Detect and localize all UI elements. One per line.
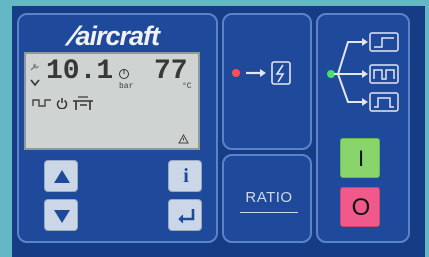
pressure-value: 10.1 <box>46 56 114 87</box>
warning-icon <box>178 134 189 144</box>
filter-icon <box>30 79 40 87</box>
pressure-gauge-icon <box>119 69 129 79</box>
up-arrow-button[interactable] <box>44 160 78 192</box>
mode-intermittent-icon <box>369 92 399 112</box>
enter-button[interactable] <box>168 199 202 231</box>
stop-button[interactable]: O <box>340 187 380 227</box>
fault-symbol-icon <box>271 61 291 85</box>
cycle-wave-icon <box>32 99 51 107</box>
up-arrow-icon <box>54 170 70 183</box>
info-button[interactable]: i <box>168 160 202 192</box>
stop-label: O <box>351 194 371 221</box>
lcd-display: 10.1 bar 77 °C <box>24 52 200 150</box>
wrench-icon <box>30 63 39 71</box>
fault-led <box>232 69 240 77</box>
mode-led <box>327 70 335 78</box>
motor-icon <box>73 96 93 110</box>
brand-name: aircraft <box>75 21 160 51</box>
info-label: i <box>183 165 189 187</box>
down-arrow-button[interactable] <box>44 199 78 231</box>
ratio-underline <box>240 212 298 213</box>
power-icon <box>56 98 68 109</box>
mode-continuous-icon <box>369 32 399 52</box>
enter-icon <box>178 209 195 224</box>
fault-indicator <box>232 61 291 85</box>
pressure-unit: bar <box>119 82 134 91</box>
mode-automatic-icon <box>369 64 399 84</box>
mode-selector <box>327 32 399 112</box>
temperature-unit: °C <box>182 82 192 91</box>
ratio-button-label: RATIO <box>245 189 293 206</box>
start-button[interactable]: I <box>340 138 380 178</box>
down-arrow-icon <box>54 210 70 223</box>
start-label: I <box>357 146 365 171</box>
brand-logo: /aircraft <box>30 21 198 51</box>
